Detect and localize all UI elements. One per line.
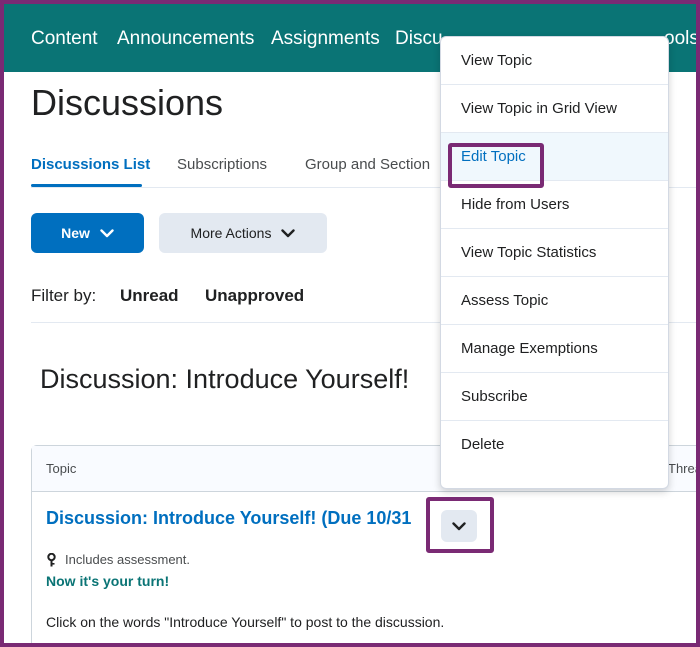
key-icon	[47, 552, 56, 566]
more-actions-button[interactable]: More Actions	[159, 213, 327, 253]
menu-item-view-topic-statistics[interactable]: View Topic Statistics	[441, 229, 668, 277]
menu-item-subscribe[interactable]: Subscribe	[441, 373, 668, 421]
menu-item-view-topic-grid[interactable]: View Topic in Grid View	[441, 85, 668, 133]
menu-item-assess-topic[interactable]: Assess Topic	[441, 277, 668, 325]
more-actions-label: More Actions	[190, 225, 272, 241]
highlight-box-edit-topic	[448, 143, 544, 188]
menu-item-hide-from-users[interactable]: Hide from Users	[441, 181, 668, 229]
page-title: Discussions	[31, 82, 224, 123]
menu-item-view-topic[interactable]: View Topic	[441, 37, 668, 85]
menu-item-delete[interactable]: Delete	[441, 421, 668, 469]
turn-text: Now it's your turn!	[46, 573, 170, 589]
tab-subscriptions[interactable]: Subscriptions	[177, 156, 267, 173]
tab-group-and-section[interactable]: Group and Section	[305, 156, 430, 173]
chevron-down-icon	[100, 228, 114, 237]
filter-unread[interactable]: Unread	[120, 286, 179, 306]
context-menu: View Topic View Topic in Grid View Edit …	[440, 36, 669, 489]
nav-content[interactable]: Content	[31, 28, 98, 50]
column-threads: Threa	[668, 461, 700, 476]
chevron-down-icon	[281, 228, 296, 237]
nav-assignments[interactable]: Assignments	[271, 28, 380, 50]
highlight-box-actions	[426, 497, 494, 553]
filter-unapproved[interactable]: Unapproved	[205, 286, 304, 306]
filter-bar: Filter by: Unread Unapproved	[31, 286, 304, 306]
menu-item-manage-exemptions[interactable]: Manage Exemptions	[441, 325, 668, 373]
nav-discussions[interactable]: Discu	[395, 28, 443, 50]
tab-discussions-list[interactable]: Discussions List	[31, 156, 150, 173]
screenshot-frame: Content Announcements Assignments Discu …	[0, 0, 700, 647]
new-button[interactable]: New	[31, 213, 144, 253]
nav-tools[interactable]: ools	[664, 28, 696, 50]
topic-link[interactable]: Discussion: Introduce Yourself! (Due 10/…	[46, 508, 411, 529]
nav-announcements[interactable]: Announcements	[117, 28, 254, 50]
new-button-label: New	[61, 225, 90, 241]
filter-label: Filter by:	[31, 286, 97, 305]
assessment-note-text: Includes assessment.	[65, 552, 191, 567]
instructions-text: Click on the words "Introduce Yourself" …	[46, 614, 445, 630]
column-topic: Topic	[46, 461, 77, 476]
assessment-note: Includes assessment.	[46, 552, 190, 567]
forum-heading: Discussion: Introduce Yourself!	[40, 364, 410, 394]
